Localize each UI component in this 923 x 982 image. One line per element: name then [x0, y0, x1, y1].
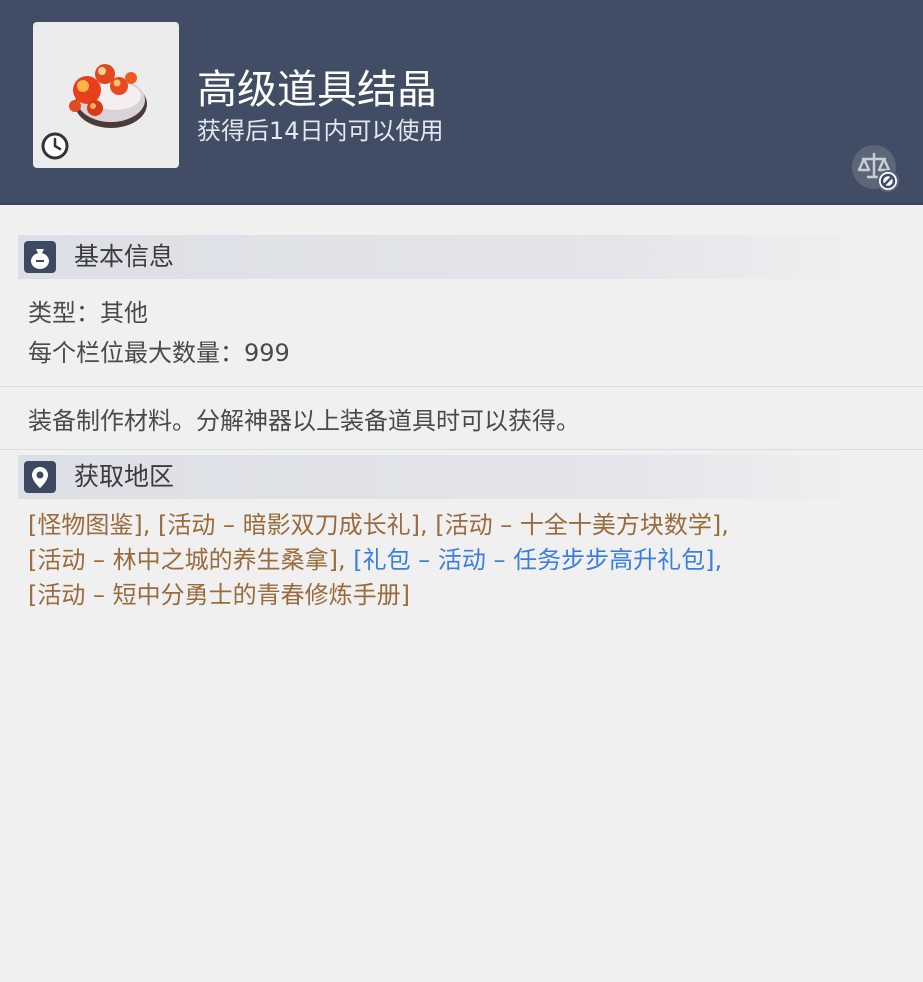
- separator: ,: [142, 511, 158, 539]
- max-stack: 每个栏位最大数量：999: [28, 339, 290, 367]
- source-line: [活动 – 短中分勇士的青春修炼手册]: [28, 578, 898, 613]
- source-package-link[interactable]: [礼包 – 活动 – 任务步步高升礼包]: [353, 546, 714, 574]
- item-usage-limit: 获得后14日内可以使用: [197, 117, 444, 145]
- source-monster-book: [怪物图鉴]: [28, 511, 143, 539]
- sources-title: 获取地区: [74, 462, 175, 491]
- basic-info-title: 基本信息: [74, 242, 175, 271]
- source-event-cube-math: [活动 – 十全十美方块数学]: [435, 511, 722, 539]
- divider: [0, 386, 923, 387]
- item-type: 类型：其他: [28, 299, 148, 327]
- sources-section-header: 获取地区: [18, 455, 873, 499]
- item-header: 高级道具结晶 获得后14日内可以使用: [0, 0, 923, 205]
- divider: [0, 449, 923, 450]
- source-line: [怪物图鉴], [活动 – 暗影双刀成长礼], [活动 – 十全十美方块数学],: [28, 508, 898, 543]
- source-event-forest-sauna: [活动 – 林中之城的养生桑拿]: [28, 546, 338, 574]
- map-pin-icon: [24, 461, 56, 493]
- item-description: 装备制作材料。分解神器以上装备道具时可以获得。: [28, 407, 580, 435]
- basic-info-section-header: 基本信息: [18, 235, 873, 279]
- separator: ,: [337, 546, 354, 574]
- separator: ,: [714, 546, 723, 574]
- source-event-shadow-dual-blade: [活动 – 暗影双刀成长礼]: [158, 511, 420, 539]
- source-line: [活动 – 林中之城的养生桑拿], [礼包 – 活动 – 任务步步高升礼包],: [28, 543, 898, 578]
- item-icon-box: [33, 22, 179, 168]
- clock-icon: [41, 132, 69, 160]
- untradeable-scale-icon: [852, 145, 899, 192]
- item-tooltip-panel: 高级道具结晶 获得后14日内可以使用 基本信息 类型：其他 每个栏位最大数量：9…: [0, 0, 923, 982]
- separator: ,: [419, 511, 436, 539]
- source-list: [怪物图鉴], [活动 – 暗影双刀成长礼], [活动 – 十全十美方块数学],…: [28, 508, 898, 613]
- source-event-youth-training: [活动 – 短中分勇士的青春修炼手册]: [28, 581, 410, 609]
- separator: ,: [721, 511, 729, 539]
- orange-crystal-item-icon: [69, 64, 147, 128]
- bag-icon: [24, 241, 56, 273]
- item-name: 高级道具结晶: [197, 67, 437, 113]
